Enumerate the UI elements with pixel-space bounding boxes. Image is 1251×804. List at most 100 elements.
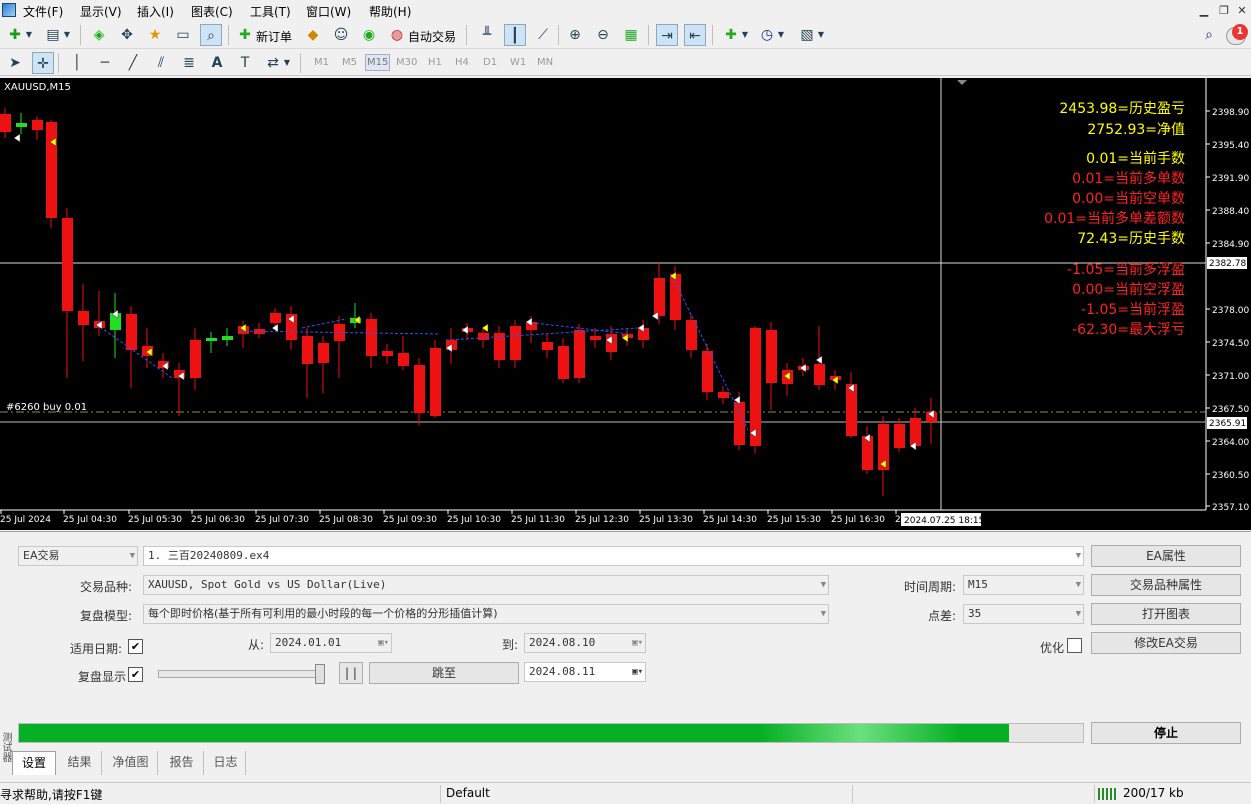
menu-chart[interactable]: 图表(C)	[191, 3, 233, 20]
timeframe-h1[interactable]: H1	[428, 57, 442, 68]
tab-report[interactable]: 报告	[160, 751, 204, 775]
pause-button[interactable]: | |	[339, 662, 363, 684]
restore-icon[interactable]: ❐	[1216, 3, 1232, 19]
candlestick-icon[interactable]: ┃	[504, 24, 526, 46]
tab-results[interactable]: 结果	[58, 751, 102, 775]
candle-body	[270, 313, 281, 323]
dropdown-arrow-icon[interactable]: ▼	[24, 24, 34, 46]
dropdown-arrow-icon[interactable]: ▼	[816, 24, 826, 46]
menu-view[interactable]: 显示(V)	[80, 3, 122, 20]
dropdown-arrow-icon[interactable]: ▼	[740, 24, 750, 46]
zoom-out-icon[interactable]: ⊖	[592, 24, 614, 46]
profiles-icon[interactable]: ▤	[42, 24, 64, 46]
dropdown-arrow-icon[interactable]: ▼	[776, 24, 786, 46]
candle-body	[686, 320, 697, 350]
chart-canvas[interactable]: 2398.90 2395.40 2391.90 2388.40 2384.90 2378.…	[0, 78, 1251, 530]
calendar-icon[interactable]: ▣▾	[632, 634, 643, 652]
cursor-icon[interactable]: ➤	[4, 52, 26, 74]
spread-select[interactable]: 35 ▼	[963, 604, 1084, 624]
timeframe-h4[interactable]: H4	[455, 57, 469, 68]
templates-icon[interactable]: ▧	[796, 24, 818, 46]
symbol-value: XAUUSD, Spot Gold vs US Dollar(Live)	[148, 578, 387, 591]
bar-chart-icon[interactable]: ╨	[476, 24, 498, 46]
search-icon[interactable]: ⌕	[1198, 24, 1220, 46]
horizontal-line-icon[interactable]: ─	[94, 52, 116, 74]
auto-trade-icon[interactable]: ◍	[386, 24, 408, 46]
fibonacci-icon[interactable]: ≣	[178, 52, 200, 74]
text-label-icon[interactable]: T	[234, 52, 256, 74]
terminal-icon[interactable]: ▭	[172, 24, 194, 46]
model-select[interactable]: 每个即时价格(基于所有可利用的最小时段的每一个价格的分形插值计算) ▼	[143, 604, 829, 624]
speed-slider-thumb[interactable]	[315, 664, 325, 684]
new-order-icon[interactable]: ✚	[234, 24, 256, 46]
skip-to-button[interactable]: 跳至	[369, 662, 519, 684]
ea-properties-button[interactable]: EA属性	[1091, 545, 1241, 567]
strategy-tester-icon[interactable]: ⌕	[200, 24, 222, 46]
arrows-icon[interactable]: ⇄	[262, 52, 284, 74]
use-date-checkbox[interactable]: ✔	[128, 639, 143, 654]
text-icon[interactable]: A	[206, 52, 228, 74]
vertical-line-icon[interactable]: │	[66, 52, 88, 74]
equidistant-channel-icon[interactable]: ⫽	[150, 52, 172, 74]
to-date-value: 2024.08.10	[529, 636, 596, 649]
timeframe-mn[interactable]: MN	[537, 57, 553, 68]
navigator-icon[interactable]: ★	[144, 24, 166, 46]
candle-body	[190, 340, 201, 378]
line-chart-icon[interactable]: ⟋	[532, 24, 554, 46]
market-watch-icon[interactable]: ◈	[88, 24, 110, 46]
dropdown-arrow-icon[interactable]: ▼	[62, 24, 72, 46]
tab-settings[interactable]: 设置	[12, 751, 56, 775]
modify-ea-button[interactable]: 修改EA交易	[1091, 632, 1241, 654]
minimize-icon[interactable]: ▁	[1196, 3, 1212, 19]
new-order-button[interactable]: 新订单	[256, 28, 292, 45]
speed-slider-track[interactable]	[158, 670, 324, 678]
metaeditor-icon[interactable]: ◆	[302, 24, 324, 46]
menu-help[interactable]: 帮助(H)	[369, 3, 411, 20]
signals-icon[interactable]: ☺	[330, 24, 352, 46]
timeframe-w1[interactable]: W1	[510, 57, 526, 68]
calendar-icon[interactable]: ▣▾	[632, 663, 643, 681]
dropdown-arrow-icon[interactable]: ▼	[282, 52, 292, 74]
timeframe-m15[interactable]: M15	[365, 54, 391, 71]
order-label: #6260 buy 0.01	[6, 402, 88, 413]
close-icon[interactable]: ✕	[1234, 3, 1250, 19]
from-date-field[interactable]: 2024.01.01 ▣▾	[270, 633, 392, 653]
zoom-in-icon[interactable]: ⊕	[564, 24, 586, 46]
crosshair-icon[interactable]: ✛	[32, 52, 54, 74]
timeframe-m5[interactable]: M5	[342, 57, 357, 68]
period-select[interactable]: M15 ▼	[963, 575, 1084, 595]
skip-date-field[interactable]: 2024.08.11 ▣▾	[524, 662, 646, 682]
new-chart-icon[interactable]: ✚	[4, 24, 26, 46]
stop-button[interactable]: 停止	[1091, 722, 1241, 744]
menu-file[interactable]: 文件(F)	[23, 3, 63, 20]
tab-equity-graph[interactable]: 净值图	[104, 751, 158, 775]
menu-insert[interactable]: 插入(I)	[137, 3, 174, 20]
calendar-icon[interactable]: ▣▾	[378, 634, 389, 652]
market-icon[interactable]: ◉	[358, 24, 380, 46]
tab-journal[interactable]: 日志	[206, 751, 246, 775]
open-chart-button[interactable]: 打开图表	[1091, 603, 1241, 625]
timeframe-m1[interactable]: M1	[314, 57, 329, 68]
auto-scroll-icon[interactable]: ⇥	[656, 24, 678, 46]
price-chart[interactable]: 2398.90 2395.40 2391.90 2388.40 2384.90 2378.…	[0, 78, 1251, 530]
chart-shift-icon[interactable]: ⇤	[684, 24, 706, 46]
trendline-icon[interactable]: ╱	[122, 52, 144, 74]
timeframe-d1[interactable]: D1	[483, 57, 497, 68]
to-date-field[interactable]: 2024.08.10 ▣▾	[524, 633, 646, 653]
menu-window[interactable]: 窗口(W)	[306, 3, 351, 20]
ea-file-select[interactable]: 1. 三百20240809.ex4 ▼	[143, 546, 1084, 566]
symbol-select[interactable]: XAUUSD, Spot Gold vs US Dollar(Live) ▼	[143, 575, 829, 595]
candle-body	[206, 338, 217, 341]
mode-select[interactable]: EA交易 ▼	[18, 546, 138, 566]
visual-mode-checkbox[interactable]: ✔	[128, 667, 143, 682]
timeframe-m30[interactable]: M30	[396, 57, 417, 68]
menu-tools[interactable]: 工具(T)	[250, 3, 291, 20]
data-window-icon[interactable]: ✥	[116, 24, 138, 46]
tile-windows-icon[interactable]: ▦	[620, 24, 642, 46]
optimize-checkbox[interactable]	[1067, 638, 1082, 653]
auto-trade-button[interactable]: 自动交易	[408, 28, 456, 45]
periods-icon[interactable]: ◷	[756, 24, 778, 46]
indicators-icon[interactable]: ✚	[720, 24, 742, 46]
app-icon[interactable]	[2, 3, 16, 17]
symbol-properties-button[interactable]: 交易品种属性	[1091, 574, 1241, 596]
